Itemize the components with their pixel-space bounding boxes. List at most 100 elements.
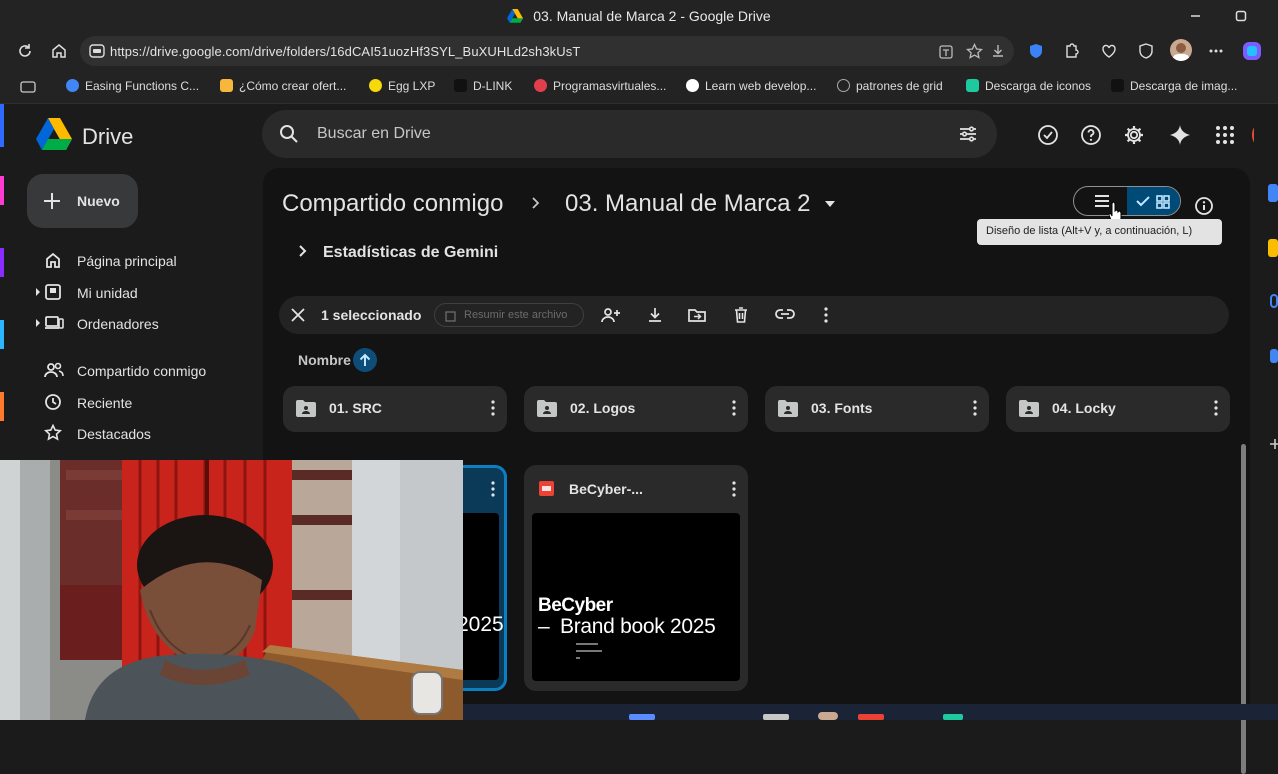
more-options-icon[interactable] xyxy=(1214,400,1218,416)
settings-gear-icon[interactable] xyxy=(1123,124,1145,146)
more-options-icon[interactable] xyxy=(732,400,736,416)
breadcrumb-current[interactable]: 03. Manual de Marca 2 xyxy=(565,190,836,218)
selection-toolbar: 1 seleccionado Resumir este archivo xyxy=(279,296,1229,334)
file-card[interactable]: BeCyber-... BeCyber – Brand book 2025 xyxy=(524,465,748,691)
copy-link-icon[interactable] xyxy=(775,307,795,321)
star-icon xyxy=(44,424,62,442)
more-options-icon[interactable] xyxy=(973,400,977,416)
webcam-overlay xyxy=(0,460,463,720)
sort-by-name[interactable]: Nombre xyxy=(298,352,351,368)
maximize-button[interactable] xyxy=(1232,7,1250,25)
folder-card[interactable]: 01. SRC xyxy=(283,386,507,432)
drive-logo[interactable]: Drive xyxy=(36,118,133,150)
taskbar-app-icon[interactable] xyxy=(943,714,963,720)
trash-icon[interactable] xyxy=(734,307,748,323)
scrollbar[interactable] xyxy=(1241,444,1246,774)
new-button-label: Nuevo xyxy=(77,193,120,209)
clear-selection-close-icon[interactable] xyxy=(291,308,305,322)
folder-card[interactable]: 04. Locky xyxy=(1006,386,1230,432)
more-options-icon[interactable] xyxy=(491,481,495,497)
people-icon xyxy=(44,361,64,379)
download-icon[interactable] xyxy=(647,307,663,323)
bookmark-item[interactable]: Easing Functions C... xyxy=(66,79,199,93)
shared-folder-icon xyxy=(1019,400,1039,417)
shared-folder-icon xyxy=(537,400,557,417)
clock-icon xyxy=(44,393,62,411)
move-to-folder-icon[interactable] xyxy=(688,307,706,323)
more-options-icon[interactable] xyxy=(732,481,736,497)
minimize-button[interactable] xyxy=(1187,7,1205,25)
new-button[interactable]: Nuevo xyxy=(27,174,138,228)
bookmark-item[interactable]: D-LINK xyxy=(454,79,512,93)
breadcrumb-parent[interactable]: Compartido conmigo xyxy=(282,190,503,218)
folder-card[interactable]: 03. Fonts xyxy=(765,386,989,432)
chevron-right-icon xyxy=(531,196,541,210)
bookmark-favicon-icon xyxy=(686,79,699,92)
pdf-file-icon xyxy=(539,481,554,496)
bookmark-favicon-icon xyxy=(220,79,233,92)
profile-avatar[interactable] xyxy=(1170,39,1192,61)
download-icon[interactable] xyxy=(990,43,1006,59)
reload-icon[interactable] xyxy=(16,42,34,60)
search-icon[interactable] xyxy=(279,124,299,144)
info-icon[interactable] xyxy=(1194,196,1214,216)
browser-toolbar: https://drive.google.com/drive/folders/1… xyxy=(0,32,1278,70)
help-icon[interactable] xyxy=(1080,124,1102,146)
calendar-addon-icon[interactable] xyxy=(1268,184,1278,202)
bookmark-favicon-icon xyxy=(534,79,547,92)
offline-status-icon[interactable] xyxy=(1037,124,1059,146)
taskbar-app-icon[interactable] xyxy=(763,714,789,720)
taskbar-app-icon[interactable] xyxy=(818,712,838,720)
bookmark-favicon-icon xyxy=(966,79,979,92)
list-icon xyxy=(1095,195,1109,207)
bookmark-item[interactable]: Egg LXP xyxy=(369,79,435,93)
bookmark-item[interactable]: Descarga de iconos xyxy=(966,79,1091,93)
shared-folder-icon xyxy=(296,400,316,417)
favorite-star-icon[interactable] xyxy=(966,43,983,60)
gemini-sparkle-icon[interactable] xyxy=(1169,124,1191,146)
extensions-icon[interactable] xyxy=(1062,42,1080,60)
bookmark-item[interactable]: Programasvirtuales... xyxy=(534,79,666,93)
search-filters-icon[interactable] xyxy=(958,124,978,144)
sparkle-doc-icon xyxy=(445,311,456,322)
shield-extension-icon[interactable] xyxy=(1027,42,1045,60)
address-bar[interactable]: https://drive.google.com/drive/folders/1… xyxy=(80,36,1014,66)
more-actions-icon[interactable] xyxy=(824,307,828,323)
grid-view-button[interactable] xyxy=(1127,187,1180,215)
search-input[interactable]: Buscar en Drive xyxy=(317,125,431,143)
sort-direction-button[interactable] xyxy=(353,348,377,372)
expand-arrow-icon[interactable] xyxy=(35,287,41,297)
contacts-addon-icon[interactable] xyxy=(1270,349,1278,363)
search-bar[interactable]: Buscar en Drive xyxy=(262,110,997,158)
taskbar-app-icon[interactable] xyxy=(858,714,884,720)
more-menu-icon[interactable] xyxy=(1207,42,1225,60)
site-info-icon[interactable] xyxy=(89,44,105,58)
more-options-icon[interactable] xyxy=(491,400,495,416)
bookmark-item[interactable]: Descarga de imag... xyxy=(1111,79,1237,93)
gemini-stats-toggle[interactable]: Estadísticas de Gemini xyxy=(298,244,498,261)
keep-addon-icon[interactable] xyxy=(1268,239,1278,257)
bookmark-item[interactable]: Learn web develop... xyxy=(686,79,816,93)
bookmark-favicon-icon xyxy=(66,79,79,92)
grid-icon xyxy=(1156,195,1170,209)
shared-folder-icon xyxy=(778,400,798,417)
apps-grid-icon[interactable] xyxy=(1214,124,1236,146)
folder-card[interactable]: 02. Logos xyxy=(524,386,748,432)
bookmark-favicon-icon xyxy=(369,79,382,92)
share-add-person-icon[interactable] xyxy=(601,307,621,323)
bookmark-item[interactable]: ¿Cómo crear ofert... xyxy=(220,79,346,93)
security-icon[interactable] xyxy=(1137,42,1155,60)
bookmarks-menu-icon[interactable] xyxy=(20,81,36,93)
expand-arrow-icon[interactable] xyxy=(35,318,41,328)
add-addon-plus-icon[interactable] xyxy=(1270,438,1278,450)
taskbar-app-icon[interactable] xyxy=(629,714,655,720)
translate-icon[interactable] xyxy=(938,44,954,60)
bookmark-item[interactable]: patrones de grid xyxy=(837,79,943,93)
home-icon[interactable] xyxy=(50,42,68,60)
summarize-file-button[interactable]: Resumir este archivo xyxy=(434,303,584,327)
copilot-icon[interactable] xyxy=(1241,40,1261,60)
file-thumbnail: BeCyber – Brand book 2025 xyxy=(532,513,740,681)
health-icon[interactable] xyxy=(1100,42,1118,60)
tasks-addon-icon[interactable] xyxy=(1270,294,1278,308)
caret-down-icon xyxy=(825,201,836,207)
